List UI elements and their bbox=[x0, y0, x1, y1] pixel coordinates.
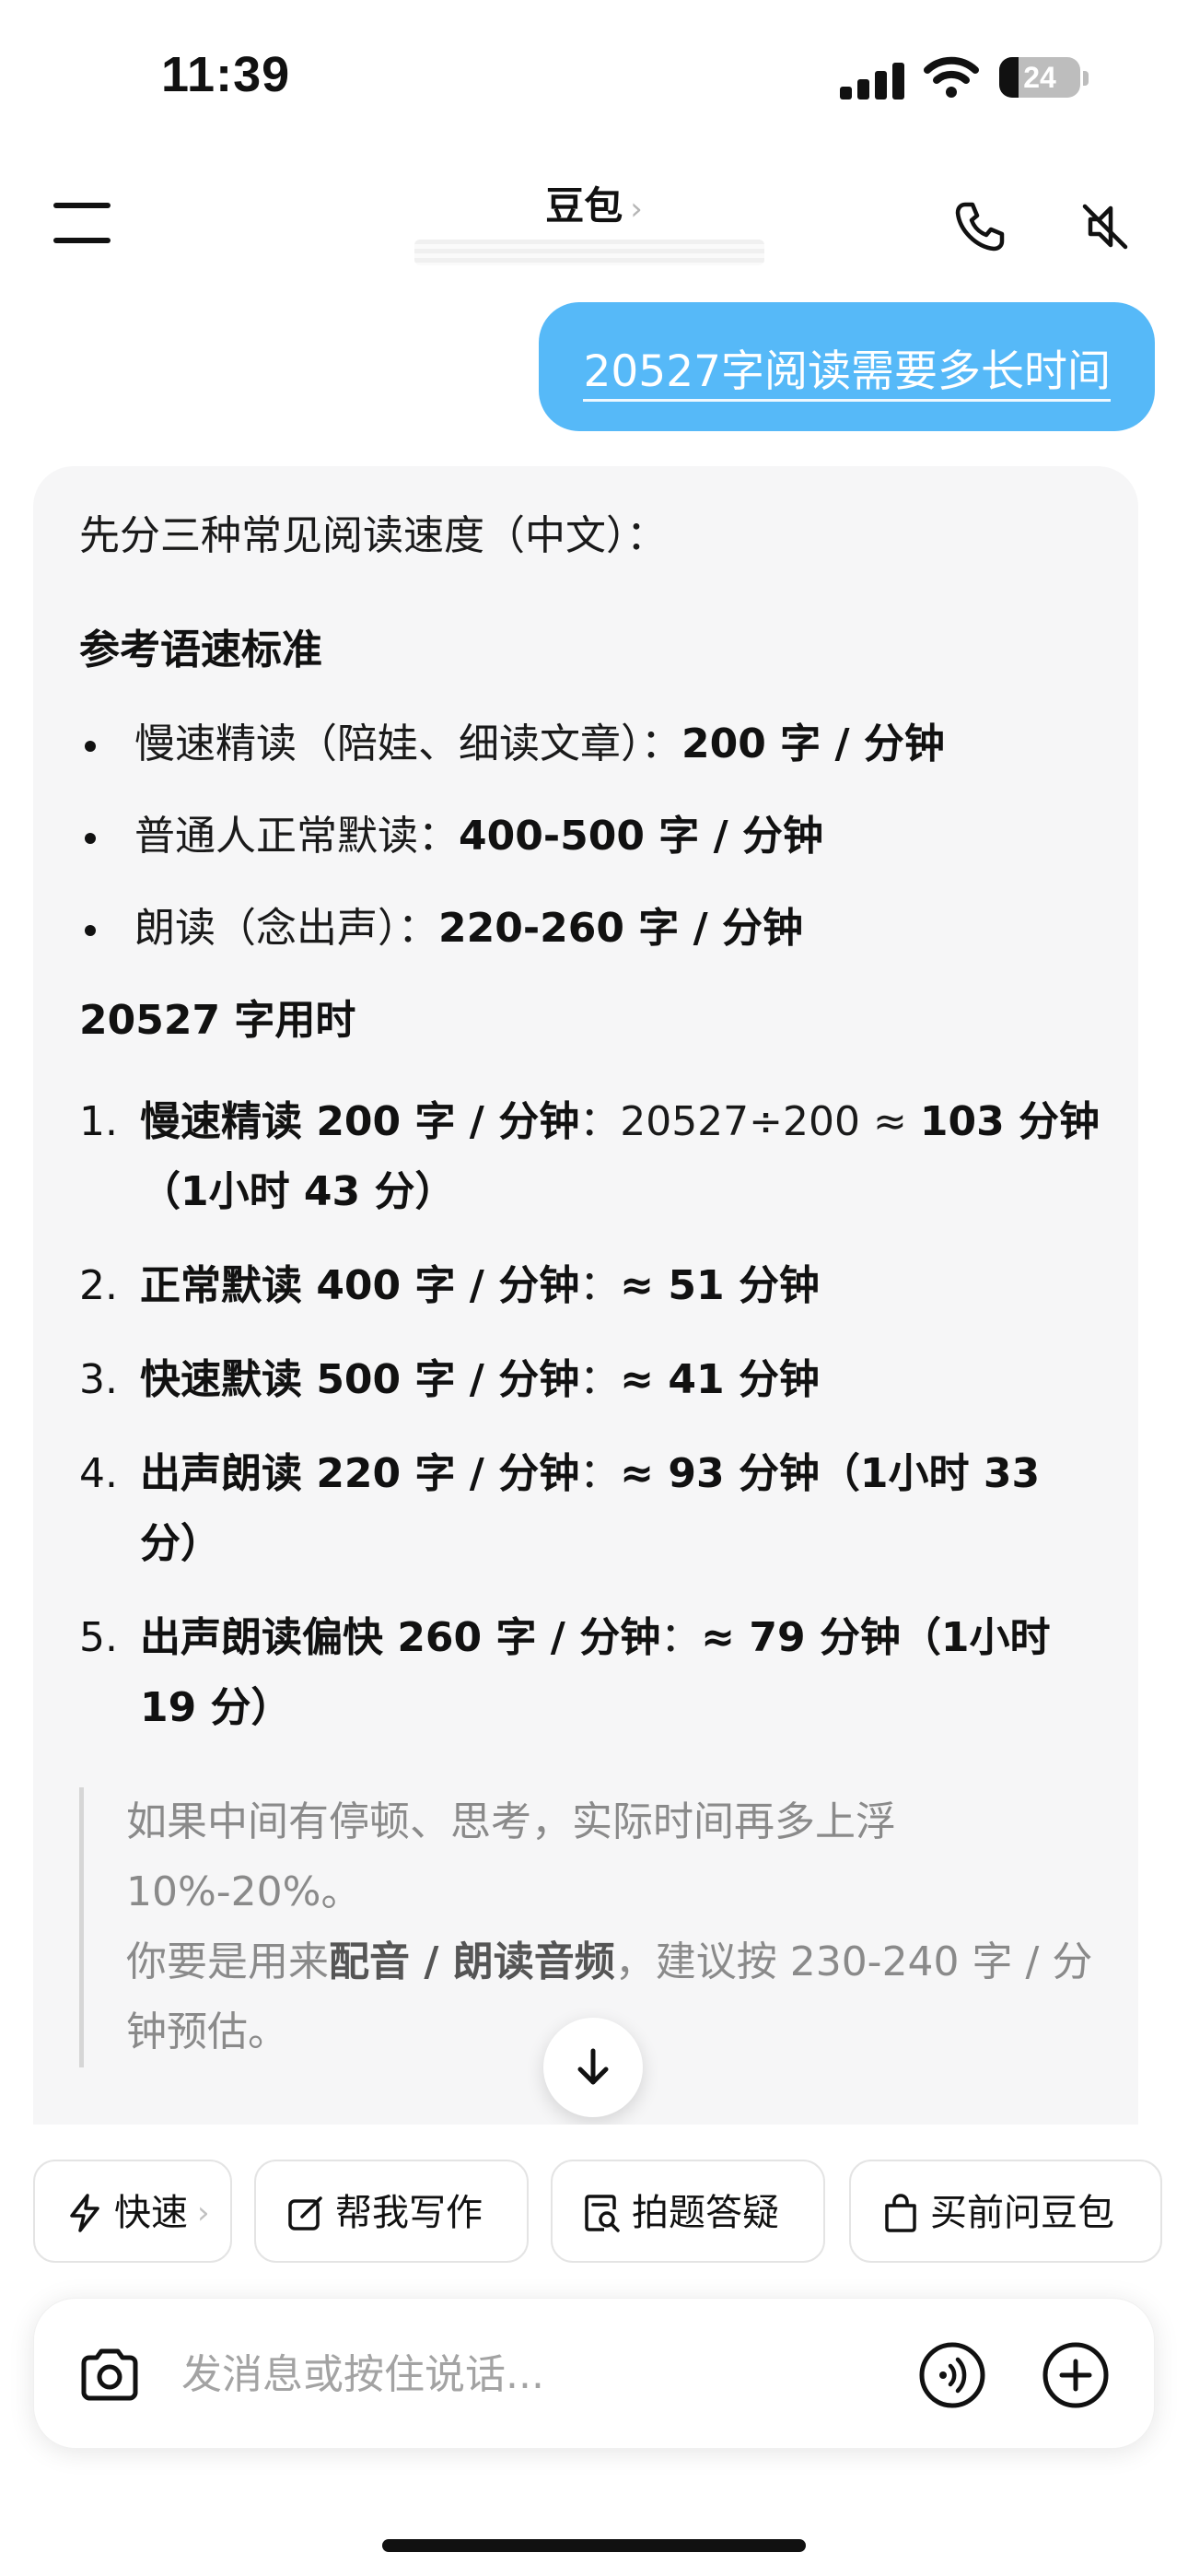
section-title-time-used: 20527 字用时 bbox=[79, 997, 356, 1044]
chevron-right-icon: › bbox=[197, 2195, 210, 2231]
camera-icon[interactable] bbox=[76, 2341, 143, 2407]
message-input-bar bbox=[33, 2298, 1155, 2449]
chip-label: 拍题答疑 bbox=[632, 2192, 779, 2234]
time-estimate-list: 1. 慢速精读 200 字 / 分钟：20527÷200 ≈ 103 分钟（1小时… bbox=[79, 1087, 1111, 1743]
lightning-icon bbox=[70, 2194, 99, 2232]
item-label: 快速默读 500 字 / 分钟 bbox=[140, 1356, 580, 1403]
item-result: ≈ 41 分钟 bbox=[620, 1356, 820, 1403]
list-item: 2. 正常默读 400 字 / 分钟：≈ 51 分钟 bbox=[79, 1251, 1111, 1321]
item-separator: ： bbox=[579, 1098, 621, 1145]
chat-header: 豆包 › bbox=[0, 138, 1188, 276]
item-calc: 20527÷200 ≈ bbox=[620, 1098, 920, 1145]
chat-screen: 11:39 24 豆包 › 20527字阅读需要多长时间 先分三种常见阅读速度（… bbox=[0, 0, 1188, 2576]
shopping-bag-icon bbox=[885, 2194, 916, 2232]
list-item: 普通人正常默读：400-500 字 / 分钟 bbox=[79, 803, 1111, 870]
chip-help-write[interactable]: 帮我写作 bbox=[254, 2160, 529, 2263]
status-time: 11:39 bbox=[161, 47, 291, 102]
item-separator: ： bbox=[660, 1614, 702, 1661]
reply-intro: 先分三种常见阅读速度（中文）： bbox=[79, 512, 667, 559]
item-label: 正常默读 400 字 / 分钟 bbox=[140, 1262, 580, 1309]
quick-action-chips: 快速 › 帮我写作 拍题答疑 买前问豆包 bbox=[0, 2125, 1188, 2263]
scroll-to-bottom-button[interactable] bbox=[543, 2018, 643, 2117]
search-doc-icon bbox=[585, 2195, 620, 2232]
chip-ask-before-buy[interactable]: 买前问豆包 bbox=[849, 2160, 1162, 2263]
list-item: 慢速精读（陪娃、细读文章）：200 字 / 分钟 bbox=[79, 711, 1111, 778]
chip-label: 快速 bbox=[114, 2192, 188, 2234]
list-item: 4. 出声朗读 220 字 / 分钟：≈ 93 分钟（1小时 33 分） bbox=[79, 1439, 1111, 1579]
chat-title-button[interactable]: 豆包 › bbox=[0, 175, 1188, 231]
chevron-right-icon: › bbox=[630, 191, 643, 228]
chip-label: 买前问豆包 bbox=[930, 2192, 1114, 2234]
chip-fast-mode[interactable]: 快速 › bbox=[33, 2160, 232, 2263]
message-input[interactable] bbox=[181, 2343, 771, 2406]
user-message-text: 20527字阅读需要多长时间 bbox=[583, 346, 1111, 402]
menu-icon-line bbox=[53, 238, 111, 243]
chat-title: 豆包 bbox=[545, 183, 623, 228]
bullet-value: 400-500 字 / 分钟 bbox=[459, 813, 823, 860]
bullet-label: 朗读（念出声）： bbox=[134, 905, 438, 952]
speed-standard-list: 慢速精读（陪娃、细读文章）：200 字 / 分钟 普通人正常默读：400-500… bbox=[79, 711, 1111, 962]
speaker-muted-icon[interactable] bbox=[1077, 199, 1133, 254]
item-number: 2. bbox=[79, 1262, 118, 1309]
wifi-icon bbox=[924, 56, 979, 98]
voice-call-icon[interactable] bbox=[918, 2341, 986, 2409]
item-separator: ： bbox=[579, 1450, 621, 1497]
item-label: 出声朗读 220 字 / 分钟 bbox=[140, 1450, 580, 1497]
home-indicator[interactable] bbox=[382, 2539, 806, 2552]
edit-icon bbox=[288, 2196, 322, 2231]
list-item: 3. 快速默读 500 字 / 分钟：≈ 41 分钟 bbox=[79, 1345, 1111, 1415]
signal-icon bbox=[840, 63, 906, 100]
item-result: ≈ 51 分钟 bbox=[620, 1262, 820, 1309]
item-separator: ： bbox=[579, 1262, 621, 1309]
blurred-subtitle bbox=[414, 240, 764, 265]
phone-icon[interactable] bbox=[952, 199, 1007, 254]
battery-level: 24 bbox=[1023, 61, 1056, 94]
list-item: 5. 出声朗读偏快 260 字 / 分钟：≈ 79 分钟（1小时 19 分） bbox=[79, 1603, 1111, 1743]
chip-photo-question[interactable]: 拍题答疑 bbox=[551, 2160, 825, 2263]
battery-icon: 24 bbox=[999, 57, 1080, 98]
item-number: 3. bbox=[79, 1356, 118, 1403]
battery-cap bbox=[1083, 71, 1089, 86]
list-item: 朗读（念出声）：220-260 字 / 分钟 bbox=[79, 896, 1111, 962]
note-line-2-pre: 你要是用来 bbox=[126, 1938, 329, 1985]
item-number: 1. bbox=[79, 1098, 118, 1145]
item-separator: ： bbox=[579, 1356, 621, 1403]
chip-label: 帮我写作 bbox=[335, 2192, 483, 2234]
note-line-2-bold: 配音 / 朗读音频 bbox=[329, 1938, 615, 1985]
bullet-label: 慢速精读（陪娃、细读文章）： bbox=[134, 720, 681, 767]
item-number: 5. bbox=[79, 1614, 118, 1661]
item-number: 4. bbox=[79, 1450, 118, 1497]
list-item: 1. 慢速精读 200 字 / 分钟：20527÷200 ≈ 103 分钟（1小时… bbox=[79, 1087, 1111, 1227]
assistant-reply-card: 先分三种常见阅读速度（中文）： 参考语速标准 慢速精读（陪娃、细读文章）：200… bbox=[33, 466, 1138, 2125]
item-label: 慢速精读 200 字 / 分钟 bbox=[140, 1098, 580, 1145]
bullet-value: 200 字 / 分钟 bbox=[681, 720, 945, 767]
user-message-bubble[interactable]: 20527字阅读需要多长时间 bbox=[539, 302, 1155, 431]
status-bar: 11:39 24 bbox=[0, 0, 1188, 138]
section-title-speed-standard: 参考语速标准 bbox=[79, 626, 322, 673]
arrow-down-icon bbox=[577, 2048, 609, 2085]
plus-icon[interactable] bbox=[1042, 2341, 1110, 2409]
bullet-value: 220-260 字 / 分钟 bbox=[438, 905, 803, 952]
note-line-1: 如果中间有停顿、思考，实际时间再多上浮 10%-20%。 bbox=[126, 1798, 896, 1915]
item-label: 出声朗读偏快 260 字 / 分钟 bbox=[140, 1614, 661, 1661]
assistant-reply-content: 先分三种常见阅读速度（中文）： 参考语速标准 慢速精读（陪娃、细读文章）：200… bbox=[79, 503, 1111, 2067]
bullet-label: 普通人正常默读： bbox=[134, 813, 459, 860]
